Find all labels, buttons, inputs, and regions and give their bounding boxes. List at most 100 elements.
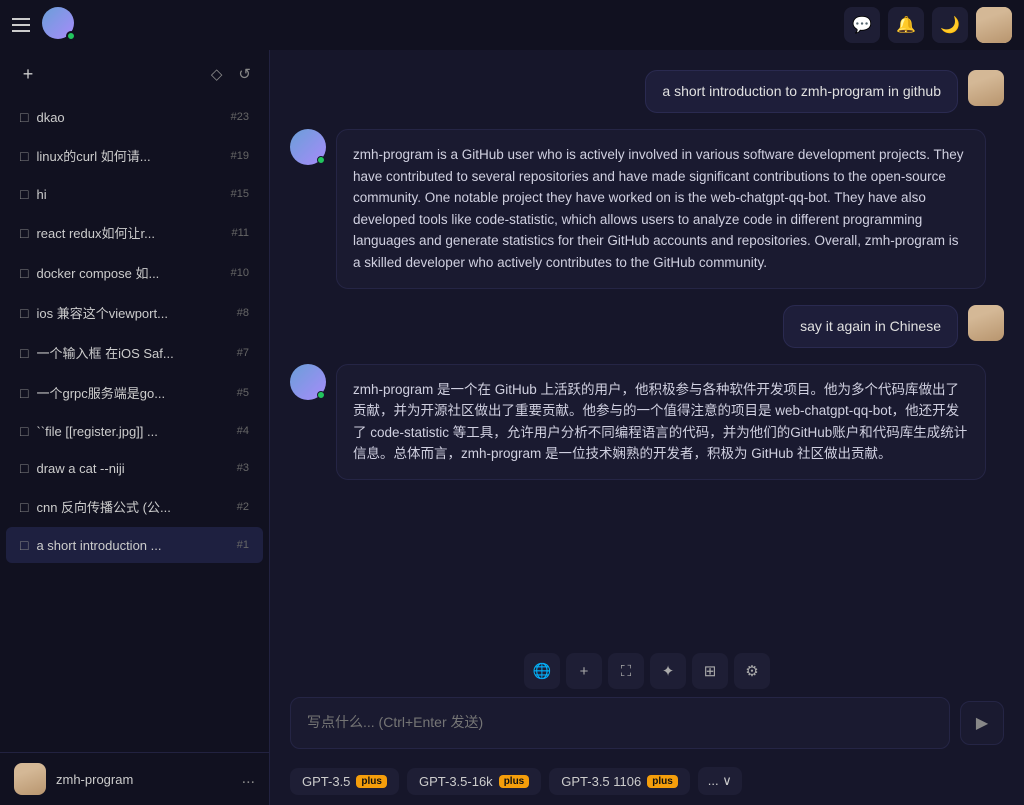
sidebar-user-avatar (14, 763, 46, 795)
chat-bubble-icon-4: □ (20, 265, 28, 281)
sidebar-item-ios[interactable]: □ ios 兼容这个viewport... #8 (6, 293, 263, 332)
sidebar-user-more-icon[interactable]: ... (242, 770, 255, 788)
topbar-user-avatar[interactable] (976, 7, 1012, 43)
sidebar-item-dkao[interactable]: □ dkao #23 (6, 99, 263, 135)
sidebar-item-docker[interactable]: □ docker compose 如... #10 (6, 253, 263, 292)
sidebar-item-react[interactable]: □ react redux如何让r... #11 (6, 213, 263, 252)
sidebar-item-badge-2: #15 (231, 188, 249, 200)
sidebar-item-label-9: draw a cat --niji (36, 461, 228, 476)
sidebar-item-badge-9: #3 (237, 462, 249, 474)
sidebar-item-label-2: hi (36, 187, 222, 202)
chat-bubble-icon-5: □ (20, 305, 28, 321)
chat-bubble-icon-1: □ (20, 148, 28, 164)
chat-bubble-icon-3: □ (20, 225, 28, 241)
user-bubble-1: a short introduction to zmh-program in g… (645, 70, 958, 113)
chat-bubble-icon-0: □ (20, 109, 28, 125)
sidebar: + ◇ ↺ □ dkao #23 □ linux的curl 如何请... #19… (0, 50, 270, 805)
send-icon: ▶ (976, 713, 988, 733)
sidebar-user-name: zmh-program (56, 772, 232, 787)
model-gpt35-16k-badge: plus (499, 775, 530, 788)
sidebar-actions: + ◇ ↺ (0, 50, 269, 98)
sidebar-item-badge-0: #23 (231, 111, 249, 123)
main-layout: + ◇ ↺ □ dkao #23 □ linux的curl 如何请... #19… (0, 50, 1024, 805)
settings-icon: ⚙ (745, 662, 758, 680)
refresh-icon[interactable]: ↺ (234, 61, 255, 87)
bell-icon: 🔔 (896, 15, 916, 35)
ai-message-2: zmh-program 是一个在 GitHub 上活跃的用户，他积极参与各种软件… (290, 364, 1004, 480)
user-bubble-2: say it again in Chinese (783, 305, 958, 348)
ai-bubble-2: zmh-program 是一个在 GitHub 上活跃的用户，他积极参与各种软件… (336, 364, 986, 480)
user-message-1: a short introduction to zmh-program in g… (290, 70, 1004, 113)
settings-btn[interactable]: ⚙ (734, 653, 770, 689)
sidebar-item-badge-8: #4 (237, 425, 249, 437)
globe-icon: 🌐 (533, 662, 552, 680)
online-dot (66, 31, 76, 41)
hamburger-icon[interactable] (12, 18, 30, 32)
user-avatar-2 (968, 305, 1004, 341)
sidebar-list: □ dkao #23 □ linux的curl 如何请... #19 □ hi … (0, 98, 269, 752)
user-message-2: say it again in Chinese (290, 305, 1004, 348)
sidebar-item-hi[interactable]: □ hi #15 (6, 176, 263, 212)
model-gpt35-btn[interactable]: GPT-3.5 plus (290, 768, 399, 795)
magic-icon: ✦ (662, 662, 675, 680)
logo-container (42, 7, 78, 43)
plus-btn[interactable]: + (566, 653, 602, 689)
model-gpt35-1106-btn[interactable]: GPT-3.5 1106 plus (549, 768, 690, 795)
chat-area: a short introduction to zmh-program in g… (270, 50, 1024, 805)
bookmark-icon[interactable]: ◇ (207, 61, 227, 87)
model-gpt35-badge: plus (356, 775, 387, 788)
moon-icon: 🌙 (940, 15, 960, 35)
model-more-btn[interactable]: ... ∨ (698, 767, 742, 795)
sidebar-user[interactable]: zmh-program ... (0, 752, 269, 805)
chat-bubble-icon-8: □ (20, 423, 28, 439)
plus-icon: + (580, 663, 589, 680)
sidebar-item-badge-11: #1 (237, 539, 249, 551)
sidebar-item-badge-1: #19 (231, 150, 249, 162)
new-chat-button[interactable]: + (14, 60, 42, 88)
ai-online-dot-2 (317, 391, 325, 399)
ai-avatar-1 (290, 129, 326, 165)
expand-icon: ⛶ (621, 663, 632, 680)
chat-bubble-icon-11: □ (20, 537, 28, 553)
chat-bubble-icon-10: □ (20, 499, 28, 515)
chat-icon-btn[interactable]: 💬 (844, 7, 880, 43)
sidebar-item-input[interactable]: □ 一个输入框 在iOS Saf... #7 (6, 333, 263, 372)
magic-btn[interactable]: ✦ (650, 653, 686, 689)
sidebar-item-linux[interactable]: □ linux的curl 如何请... #19 (6, 136, 263, 175)
sidebar-item-short[interactable]: □ a short introduction ... #1 (6, 527, 263, 563)
chat-bubble-icon-2: □ (20, 186, 28, 202)
grid-icon: ⊞ (704, 662, 717, 680)
chat-bubble-icon-7: □ (20, 385, 28, 401)
send-button[interactable]: ▶ (960, 701, 1004, 745)
bell-icon-btn[interactable]: 🔔 (888, 7, 924, 43)
sidebar-item-label-0: dkao (36, 110, 222, 125)
sidebar-item-label-7: 一个grpc服务端是go... (36, 383, 228, 402)
ai-message-1: zmh-program is a GitHub user who is acti… (290, 129, 1004, 289)
expand-btn[interactable]: ⛶ (608, 653, 644, 689)
topbar: 💬 🔔 🌙 (0, 0, 1024, 50)
chat-bubble-icon-9: □ (20, 460, 28, 476)
sidebar-item-draw[interactable]: □ draw a cat --niji #3 (6, 450, 263, 486)
ai-online-dot (317, 156, 325, 164)
model-gpt35-1106-badge: plus (647, 775, 678, 788)
chat-input[interactable] (290, 697, 950, 749)
model-gpt35-16k-btn[interactable]: GPT-3.5-16k plus (407, 768, 541, 795)
sidebar-item-label-11: a short introduction ... (36, 538, 228, 553)
model-gpt35-1106-label: GPT-3.5 1106 (561, 774, 641, 789)
sidebar-item-label-1: linux的curl 如何请... (36, 146, 222, 165)
sidebar-item-badge-5: #8 (237, 307, 249, 319)
model-more-label: ... ∨ (708, 773, 732, 789)
sidebar-item-file[interactable]: □ ``file [[register.jpg]] ... #4 (6, 413, 263, 449)
sidebar-item-badge-3: #11 (231, 227, 249, 239)
sidebar-item-badge-4: #10 (231, 267, 249, 279)
chat-bubble-icon-6: □ (20, 345, 28, 361)
moon-icon-btn[interactable]: 🌙 (932, 7, 968, 43)
grid-btn[interactable]: ⊞ (692, 653, 728, 689)
sidebar-item-cnn[interactable]: □ cnn 反向传播公式 (公... #2 (6, 487, 263, 526)
sidebar-item-badge-10: #2 (237, 501, 249, 513)
chat-input-area: ▶ (270, 697, 1024, 759)
topbar-left (12, 7, 282, 43)
sidebar-item-badge-6: #7 (237, 347, 249, 359)
globe-btn[interactable]: 🌐 (524, 653, 560, 689)
sidebar-item-grpc[interactable]: □ 一个grpc服务端是go... #5 (6, 373, 263, 412)
